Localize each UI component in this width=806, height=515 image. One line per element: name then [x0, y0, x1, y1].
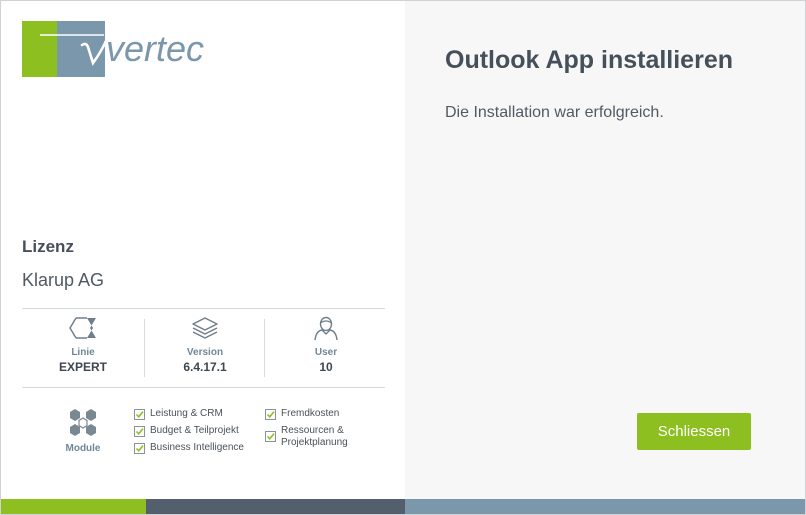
install-dialog: vertec Lizenz Klarup AG Linie EXPERT Ver… — [0, 0, 806, 515]
stat-user-value: 10 — [319, 360, 333, 374]
stat-user: User 10 — [266, 315, 386, 374]
checkbox-checked-icon — [134, 426, 145, 437]
edition-icon — [69, 317, 96, 339]
logo-wordmark: vertec — [40, 28, 204, 69]
layers-icon — [192, 317, 218, 339]
stat-version-label: Version — [186, 347, 224, 358]
license-panel: vertec Lizenz Klarup AG Linie EXPERT Ver… — [1, 1, 405, 499]
stat-line: Linie EXPERT — [23, 315, 143, 374]
dialog-title: Outlook App installieren — [445, 46, 733, 74]
modules-column-2: Fremdkosten Ressourcen & Projektplanung — [265, 408, 365, 454]
module-item: Business Intelligence — [134, 442, 244, 454]
modules-label: Module — [65, 443, 101, 454]
footer-bar-blue — [405, 499, 805, 514]
module-label: Leistung & CRM — [150, 408, 223, 419]
stat-version-value: 6.4.17.1 — [183, 360, 227, 374]
footer-bar-green — [1, 499, 146, 514]
module-item: Fremdkosten — [265, 408, 365, 420]
footer-bar-dark — [146, 499, 405, 514]
checkbox-checked-icon — [265, 431, 276, 442]
checkbox-checked-icon — [134, 443, 145, 454]
stat-divider-2 — [264, 319, 265, 377]
license-company: Klarup AG — [22, 270, 105, 290]
module-label: Fremdkosten — [281, 408, 340, 419]
user-icon — [314, 316, 338, 341]
stat-user-label: User — [314, 347, 338, 358]
module-label: Business Intelligence — [150, 442, 244, 453]
stat-line-value: EXPERT — [58, 360, 107, 374]
logo-text: vertec — [106, 28, 204, 69]
stat-line-label: Linie — [71, 347, 95, 358]
modules-column-1: Leistung & CRM Budget & Teilprojekt Busi… — [134, 408, 244, 459]
module-label: Ressourcen & Projektplanung — [281, 425, 348, 448]
module-item: Ressourcen & Projektplanung — [265, 425, 365, 449]
hexagon-cluster-icon — [70, 409, 96, 436]
license-title: Lizenz — [22, 237, 74, 256]
stat-version: Version 6.4.17.1 — [145, 315, 265, 374]
divider-bottom — [22, 387, 385, 388]
close-button[interactable]: Schliessen — [637, 413, 751, 450]
divider-top — [22, 308, 385, 309]
checkbox-checked-icon — [134, 409, 145, 420]
content-panel: Outlook App installieren Die Installatio… — [405, 1, 805, 499]
checkbox-checked-icon — [265, 409, 276, 420]
module-item: Budget & Teilprojekt — [134, 425, 244, 437]
module-item: Leistung & CRM — [134, 408, 244, 420]
vertec-logo: vertec — [22, 21, 207, 77]
modules-icon-wrap — [63, 407, 103, 442]
success-message: Die Installation war erfolgreich. — [445, 104, 664, 121]
module-label: Budget & Teilprojekt — [150, 425, 239, 436]
